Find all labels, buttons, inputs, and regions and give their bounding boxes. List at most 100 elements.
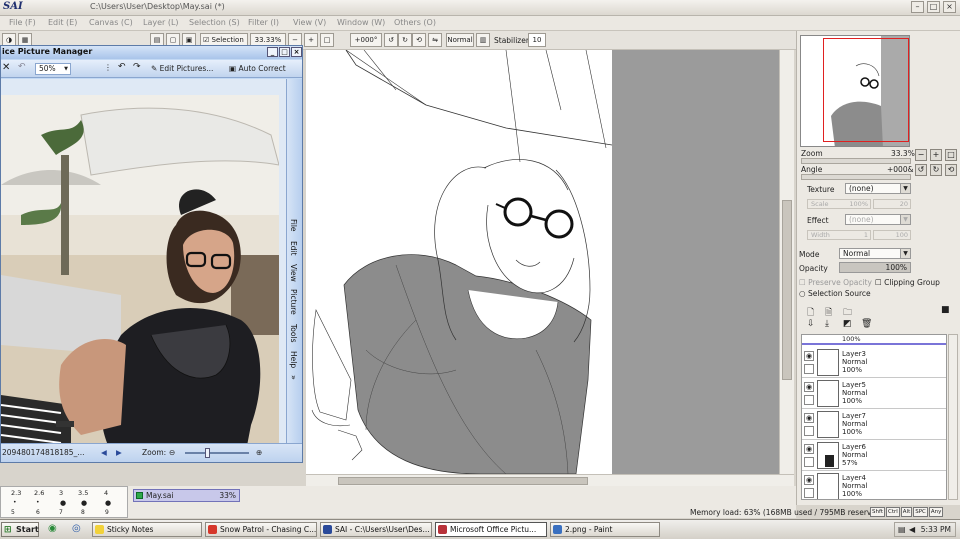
layer-row[interactable]: ◉ Layer4 Normal 100%: [802, 471, 946, 499]
size-3-5[interactable]: 3.5: [78, 489, 88, 497]
preserve-opacity-checkbox[interactable]: ☐ Preserve Opacity: [799, 278, 872, 287]
layer-list-scrollbar[interactable]: [948, 334, 958, 500]
nav-rotate-reset-icon[interactable]: ⟲: [945, 164, 957, 176]
dropdown-arrow-icon[interactable]: ⋮: [104, 63, 112, 72]
layer-row-partial[interactable]: 100%: [802, 335, 946, 345]
blend-options-icon[interactable]: ▥: [476, 33, 490, 47]
eye-icon[interactable]: ◉: [804, 444, 814, 454]
eye-icon[interactable]: ◉: [804, 475, 814, 485]
taskbar-item-paint[interactable]: 2.png - Paint: [550, 522, 660, 537]
volume-icon[interactable]: ◀: [909, 523, 915, 536]
blend-mode-select[interactable]: Normal: [446, 33, 474, 47]
pm-zoom-select[interactable]: 50% ▼: [35, 63, 71, 75]
clear-layer-icon[interactable]: ◩: [843, 319, 852, 329]
layer-lock-checkbox[interactable]: [804, 426, 814, 436]
rotate-right-icon[interactable]: ↷: [133, 62, 141, 72]
menu-file[interactable]: File (F): [9, 18, 36, 27]
size-9[interactable]: 9: [105, 509, 109, 516]
menu-view[interactable]: View (V): [293, 18, 326, 27]
navigator-preview[interactable]: [800, 35, 910, 147]
flip-icon[interactable]: ⇋: [428, 33, 442, 47]
layer-menu-icon[interactable]: ■: [941, 305, 950, 315]
rotate-right-icon[interactable]: ↻: [398, 33, 412, 47]
menu-edit[interactable]: Edit (E): [48, 18, 77, 27]
brush-dot-icon[interactable]: ●: [81, 499, 87, 507]
pm-menu-help[interactable]: Help: [289, 351, 298, 368]
layer-lock-checkbox[interactable]: [804, 457, 814, 467]
brush-dot-icon[interactable]: ●: [105, 499, 111, 507]
nav-angle-slider[interactable]: [801, 174, 911, 180]
effect-select[interactable]: (none) ▼: [845, 214, 911, 225]
layer-mode-select[interactable]: Normal ▼: [839, 248, 911, 259]
taskbar-item-picture-manager[interactable]: Microsoft Office Pictu...: [435, 522, 547, 537]
layer-lock-checkbox[interactable]: [804, 395, 814, 405]
picture-manager-window[interactable]: ice Picture Manager _ □ × ✕ ↶ 50% ▼ ⋮ ↶ ↷…: [0, 45, 303, 463]
zoom-reset-icon[interactable]: □: [320, 33, 334, 47]
layer-row[interactable]: ◉ Layer5 Normal 100%: [802, 378, 946, 409]
brush-dot-icon[interactable]: ●: [60, 499, 66, 507]
pm-minimize-button[interactable]: _: [267, 47, 278, 57]
quicklaunch-chrome-icon[interactable]: ◉: [48, 523, 57, 534]
zoom-out-icon[interactable]: ⊖: [169, 444, 175, 462]
stabilizer-select[interactable]: 10: [528, 33, 546, 47]
size-7[interactable]: 7: [59, 509, 63, 516]
rotate-left-icon[interactable]: ↺: [384, 33, 398, 47]
size-6[interactable]: 6: [36, 509, 40, 516]
zoom-in-icon[interactable]: ⊕: [256, 444, 262, 462]
eye-icon[interactable]: ◉: [804, 382, 814, 392]
pm-close-button[interactable]: ×: [291, 47, 302, 57]
prev-arrow-icon[interactable]: ◀: [101, 444, 107, 462]
file-tab-may[interactable]: May.sai 33%: [133, 489, 240, 502]
canvas-area[interactable]: [306, 49, 794, 475]
nav-rotate-left-icon[interactable]: ↺: [915, 164, 927, 176]
pm-menu-file[interactable]: File: [289, 219, 298, 232]
layer-lock-checkbox[interactable]: [804, 364, 814, 374]
menu-layer[interactable]: Layer (L): [143, 18, 179, 27]
next-arrow-icon[interactable]: ▶: [116, 444, 122, 462]
menu-selection[interactable]: Selection (S): [189, 18, 240, 27]
size-3[interactable]: 3: [59, 489, 63, 497]
pm-menu-tools[interactable]: Tools: [289, 324, 298, 342]
clipping-group-checkbox[interactable]: ☐ Clipping Group: [875, 278, 940, 287]
menu-canvas[interactable]: Canvas (C): [89, 18, 133, 27]
quicklaunch-media-icon[interactable]: ◎: [72, 523, 81, 534]
size-8[interactable]: 8: [81, 509, 85, 516]
nav-rotate-right-icon[interactable]: ↻: [930, 164, 942, 176]
eye-icon[interactable]: ◉: [804, 413, 814, 423]
clock[interactable]: 5:33 PM: [921, 525, 951, 534]
auto-correct-button[interactable]: ▣ Auto Correct: [229, 64, 286, 73]
layer-row[interactable]: ◉ Layer3 Normal 100%: [802, 347, 946, 378]
size-5[interactable]: 5: [11, 509, 15, 516]
size-4[interactable]: 4: [104, 489, 108, 497]
pm-menu-edit[interactable]: Edit: [289, 241, 298, 256]
canvas-vertical-scrollbar[interactable]: [779, 50, 794, 475]
maximize-button[interactable]: □: [927, 1, 940, 13]
undo-icon[interactable]: ↶: [18, 62, 26, 72]
layer-opacity-slider[interactable]: 100%: [839, 262, 911, 273]
vertical-scroll-thumb[interactable]: [782, 200, 792, 380]
size-2-3[interactable]: 2.3: [11, 489, 21, 497]
layer-row[interactable]: ◉ Layer6 Normal 57%: [802, 440, 946, 471]
layer-lock-checkbox[interactable]: [804, 488, 814, 498]
horizontal-scroll-thumb[interactable]: [338, 477, 588, 485]
start-button[interactable]: ⊞ Start: [1, 522, 39, 537]
menu-window[interactable]: Window (W): [337, 18, 385, 27]
nav-zoom-in-icon[interactable]: +: [930, 149, 942, 161]
pm-zoom-slider-thumb[interactable]: [205, 448, 210, 458]
brush-dot-icon[interactable]: •: [36, 499, 40, 506]
nav-zoom-slider[interactable]: [801, 158, 911, 164]
menu-filter[interactable]: Filter (I): [248, 18, 279, 27]
merge-down-icon[interactable]: ⤓: [825, 319, 829, 329]
minimize-button[interactable]: –: [911, 1, 924, 13]
photo-preview[interactable]: [1, 95, 279, 451]
nav-zoom-out-icon[interactable]: −: [915, 149, 927, 161]
brush-dot-icon[interactable]: •: [13, 499, 17, 506]
close-button[interactable]: ×: [943, 1, 956, 13]
pm-maximize-button[interactable]: □: [279, 47, 290, 57]
canvas-paper[interactable]: [306, 49, 613, 475]
canvas-horizontal-scrollbar[interactable]: [306, 474, 794, 486]
pm-menu-picture[interactable]: Picture: [289, 289, 298, 315]
rotate-left-icon[interactable]: ↶: [118, 62, 126, 72]
selection-source-checkbox[interactable]: ○ Selection Source: [799, 289, 871, 298]
edit-pictures-button[interactable]: ✎ Edit Pictures...: [151, 64, 213, 73]
